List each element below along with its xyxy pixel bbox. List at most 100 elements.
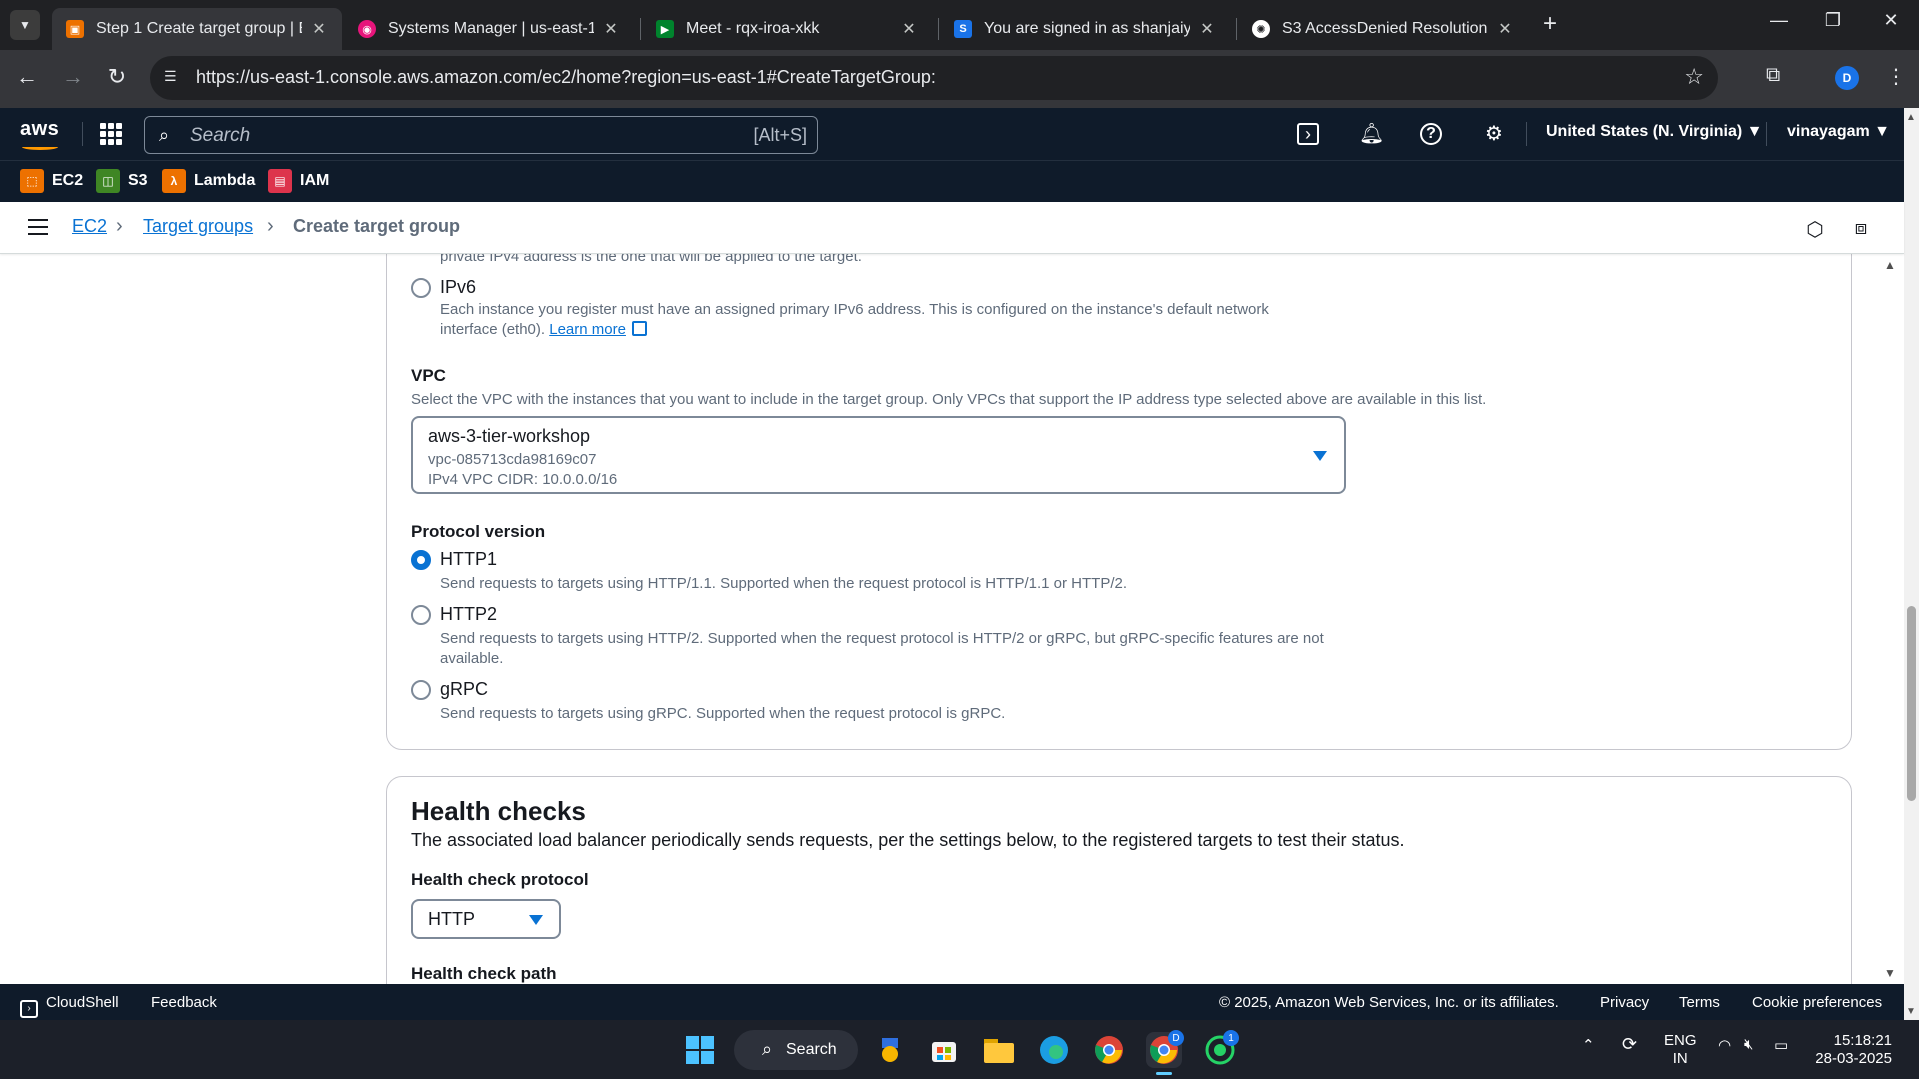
http2-label: HTTP2 xyxy=(440,604,498,624)
microsoft-store-icon[interactable] xyxy=(926,1032,962,1068)
cloudshell-button[interactable]: › CloudShell xyxy=(20,994,119,1018)
volume-muted-icon[interactable]: 🔇︎ xyxy=(1744,1036,1753,1053)
clock[interactable]: 15:18:21 28-03-2025 xyxy=(1812,1032,1892,1068)
help-icon[interactable]: ? xyxy=(1420,123,1442,145)
taskbar-search-label: Search xyxy=(786,1041,837,1058)
chrome-icon[interactable] xyxy=(1091,1032,1127,1068)
settings-gear-icon[interactable]: ⚙ xyxy=(1482,122,1506,146)
ipv4-description-tail: private IPv4 address is the one that wil… xyxy=(440,254,862,265)
close-tab-icon[interactable]: ✕ xyxy=(1496,19,1514,39)
learn-more-link[interactable]: Learn more xyxy=(549,321,626,338)
tab-signed-in[interactable]: S You are signed in as shanjaiysbs ✕ xyxy=(940,8,1230,50)
copilot-award-icon[interactable] xyxy=(872,1032,908,1068)
close-tab-icon[interactable]: ✕ xyxy=(1198,19,1216,39)
tab-search-button[interactable]: ▼ xyxy=(10,10,40,40)
close-tab-icon[interactable]: ✕ xyxy=(310,19,328,39)
chrome-profile-badge: D xyxy=(1168,1030,1184,1046)
display-settings-icon[interactable]: ⧈ xyxy=(1849,217,1873,241)
sync-icon[interactable]: ⟳ xyxy=(1622,1034,1637,1055)
windows-start-icon[interactable] xyxy=(682,1032,718,1068)
wifi-icon[interactable]: ◠ xyxy=(1718,1036,1731,1054)
page-scrollbar[interactable] xyxy=(1904,108,1919,1020)
info-panel-icon[interactable]: ⬡ xyxy=(1803,217,1827,241)
tab-s3-access-denied[interactable]: ✺ S3 AccessDenied Resolution ✕ xyxy=(1238,8,1528,50)
site-info-icon[interactable]: ☰ xyxy=(164,68,184,88)
account-name: vinayagam xyxy=(1787,123,1870,140)
region-selector[interactable]: United States (N. Virginia) ▼ xyxy=(1546,123,1762,141)
file-explorer-icon[interactable] xyxy=(981,1032,1017,1068)
privacy-link[interactable]: Privacy xyxy=(1600,994,1649,1011)
extensions-icon[interactable]: ⧉ xyxy=(1766,64,1780,87)
show-hidden-icons-icon[interactable]: ⌃ xyxy=(1582,1036,1595,1054)
active-app-indicator xyxy=(1156,1072,1172,1075)
close-tab-icon[interactable]: ✕ xyxy=(602,19,620,39)
divider xyxy=(1526,122,1527,146)
favorite-lambda[interactable]: λ Lambda xyxy=(162,169,255,193)
close-window-icon[interactable]: ✕ xyxy=(1876,10,1906,31)
clock-time: 15:18:21 xyxy=(1833,1032,1892,1049)
scroll-down-arrow-icon[interactable]: ▼ xyxy=(1884,966,1896,980)
http1-label: HTTP1 xyxy=(440,549,498,569)
feedback-link[interactable]: Feedback xyxy=(151,994,217,1011)
ipv6-radio[interactable] xyxy=(411,278,431,298)
bookmark-star-icon[interactable]: ☆ xyxy=(1684,64,1704,90)
tab-separator xyxy=(640,18,641,40)
favorite-label: Lambda xyxy=(194,172,256,189)
http2-radio[interactable] xyxy=(411,605,431,625)
http2-description-line1: Send requests to targets using HTTP/2. S… xyxy=(440,630,1324,647)
whatsapp-notification-badge: 1 xyxy=(1223,1030,1239,1046)
side-navigation-menu-icon[interactable] xyxy=(28,219,48,235)
chevron-right-icon: › xyxy=(267,215,274,237)
vpc-selected-cidr: IPv4 VPC CIDR: 10.0.0.0/16 xyxy=(428,471,618,488)
aws-logo[interactable]: aws xyxy=(20,118,59,150)
new-tab-button[interactable]: + xyxy=(1543,12,1557,36)
favorite-ec2[interactable]: ⬚ EC2 xyxy=(20,169,83,193)
forward-icon[interactable]: → xyxy=(58,64,88,90)
back-icon[interactable]: ← xyxy=(12,64,42,90)
divider xyxy=(82,122,83,146)
grpc-description: Send requests to targets using gRPC. Sup… xyxy=(440,705,1006,722)
openai-icon: ✺ xyxy=(1252,20,1270,38)
health-check-protocol-select[interactable]: HTTP xyxy=(411,899,561,939)
address-bar[interactable]: ☰ https://us-east-1.console.aws.amazon.c… xyxy=(150,56,1718,100)
profile-avatar[interactable]: D xyxy=(1835,66,1859,90)
favorite-iam[interactable]: ▤ IAM xyxy=(268,169,329,193)
cloudshell-icon[interactable]: › xyxy=(1297,123,1319,145)
scrollbar-down-icon[interactable]: ▼ xyxy=(1906,1006,1916,1017)
scrollbar-thumb[interactable] xyxy=(1907,606,1916,801)
favorite-label: IAM xyxy=(300,172,330,189)
favorite-s3[interactable]: ◫ S3 xyxy=(96,169,148,193)
tab-systems-manager[interactable]: ◉ Systems Manager | us-east-1 ✕ xyxy=(344,8,634,50)
account-menu[interactable]: vinayagam ▼ xyxy=(1787,123,1890,141)
breadcrumb-target-groups[interactable]: Target groups xyxy=(143,216,253,237)
scroll-up-arrow-icon[interactable]: ▲ xyxy=(1884,258,1896,272)
vpc-description: Select the VPC with the instances that y… xyxy=(411,391,1487,408)
breadcrumb-ec2[interactable]: EC2 xyxy=(72,216,107,237)
aws-search-input[interactable]: ⌕ Search [Alt+S] xyxy=(144,116,818,154)
vpc-label: VPC xyxy=(411,366,446,385)
tab-create-target-group[interactable]: ▣ Step 1 Create target group | EC2 ✕ xyxy=(52,8,342,50)
notifications-bell-icon[interactable]: 🔔︎ xyxy=(1359,122,1384,146)
tab-google-meet[interactable]: ▶ Meet - rqx-iroa-xkk ✕ xyxy=(642,8,932,50)
url-text[interactable]: https://us-east-1.console.aws.amazon.com… xyxy=(196,67,936,88)
cookie-preferences-link[interactable]: Cookie preferences xyxy=(1752,994,1882,1011)
vpc-select[interactable]: aws-3-tier-workshop vpc-085713cda98169c0… xyxy=(411,416,1346,494)
http1-radio[interactable] xyxy=(411,550,431,570)
terms-link[interactable]: Terms xyxy=(1679,994,1720,1011)
edge-browser-icon[interactable] xyxy=(1036,1032,1072,1068)
restore-window-icon[interactable]: ❐ xyxy=(1818,10,1848,31)
taskbar-search[interactable]: ⌕ Search xyxy=(734,1030,858,1070)
breadcrumb-current: Create target group xyxy=(293,216,461,236)
scrollbar-up-icon[interactable]: ▲ xyxy=(1906,112,1916,123)
close-tab-icon[interactable]: ✕ xyxy=(900,19,918,39)
browser-menu-icon[interactable]: ⋮ xyxy=(1886,64,1906,89)
minimize-window-icon[interactable]: — xyxy=(1764,10,1794,31)
grpc-radio[interactable] xyxy=(411,680,431,700)
aws-smile-icon xyxy=(22,144,58,150)
health-checks-heading: Health checks xyxy=(411,796,586,826)
language-indicator[interactable]: ENG IN xyxy=(1664,1032,1697,1068)
external-link-icon xyxy=(631,321,647,336)
services-grid-icon[interactable] xyxy=(100,123,122,145)
reload-icon[interactable]: ↻ xyxy=(102,64,132,90)
battery-icon[interactable]: ▭ xyxy=(1774,1036,1788,1054)
